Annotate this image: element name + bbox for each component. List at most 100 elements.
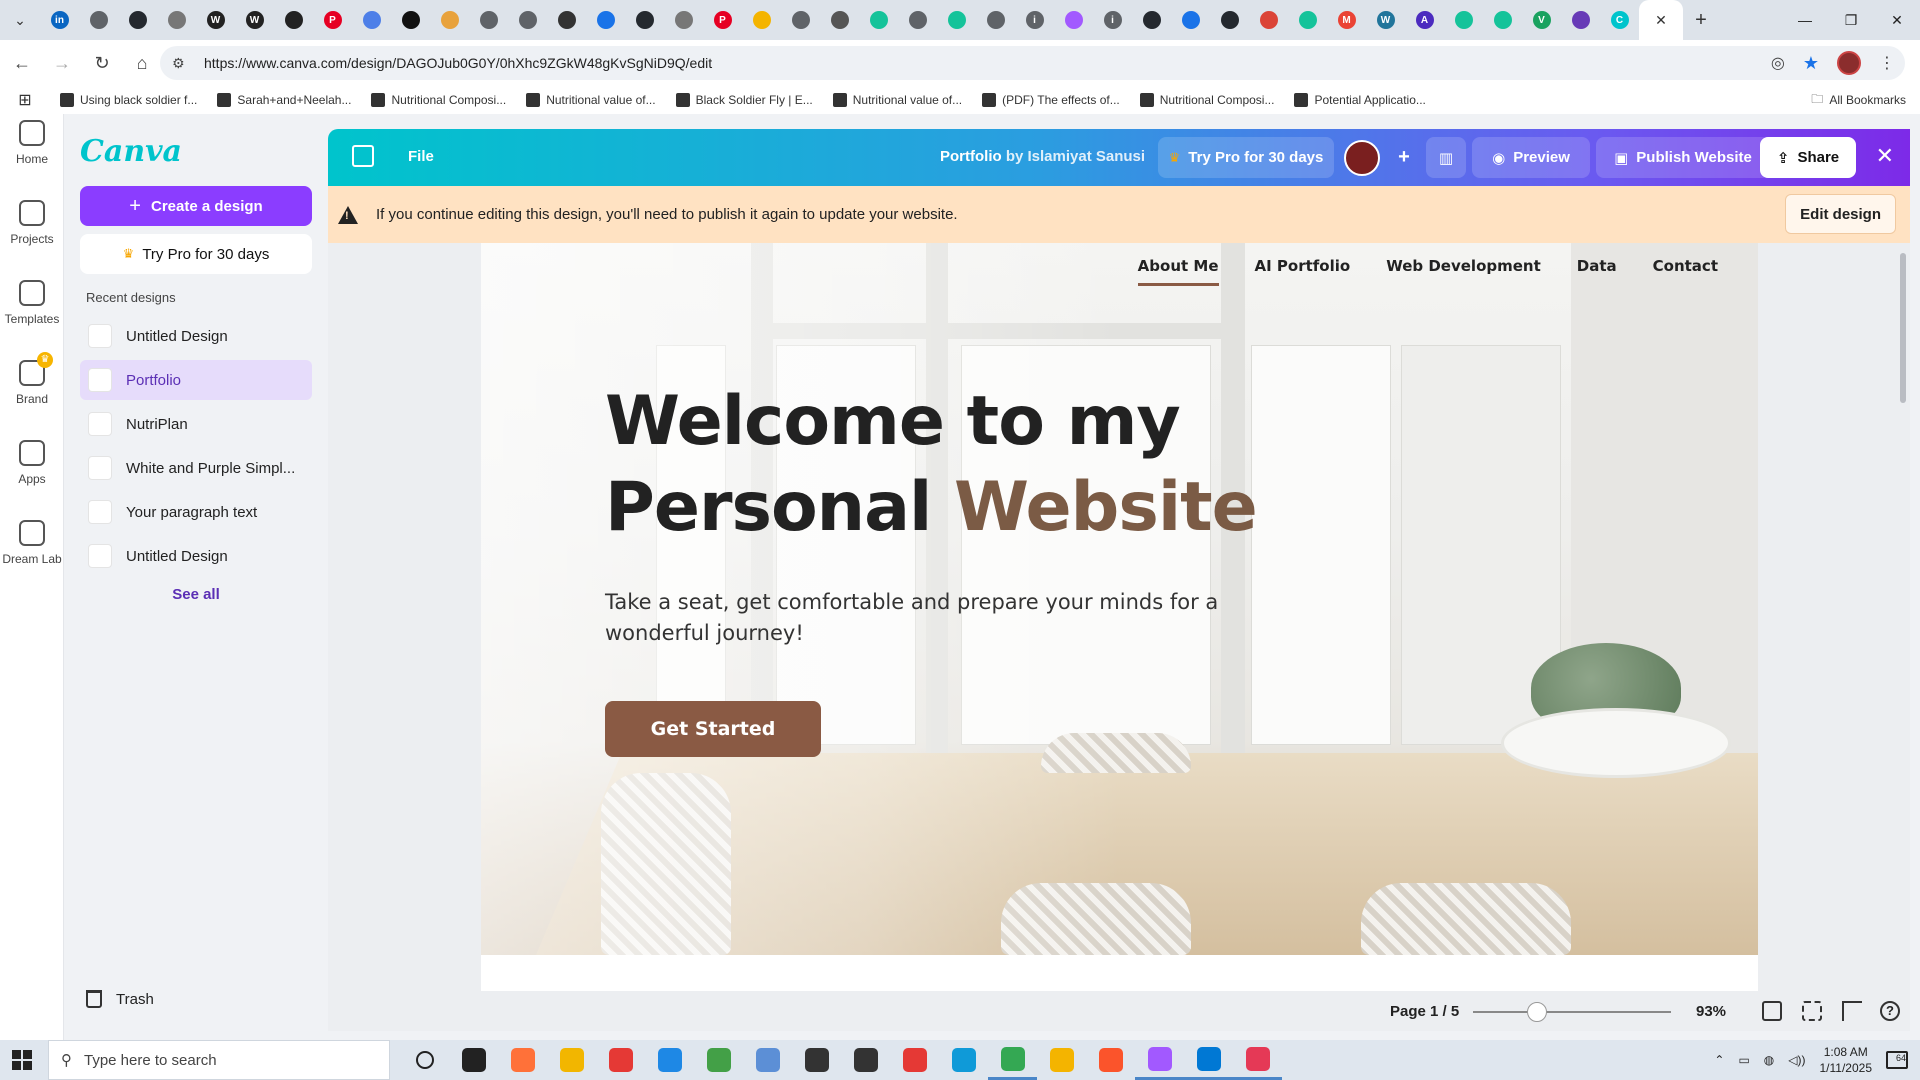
taskbar-app[interactable] [596, 1040, 645, 1080]
browser-tab[interactable] [274, 0, 313, 40]
browser-tab[interactable] [1171, 0, 1210, 40]
taskbar-app[interactable] [694, 1040, 743, 1080]
close-window-button[interactable]: ✕ [1874, 0, 1920, 40]
url-text[interactable]: https://www.canva.com/design/DAGOJub0G0Y… [204, 55, 712, 71]
bookmark-item[interactable]: (PDF) The effects of... [972, 93, 1130, 107]
trash-button[interactable]: Trash [86, 990, 154, 1008]
bookmark-item[interactable]: Nutritional value of... [516, 93, 665, 107]
back-button[interactable]: ← [4, 45, 40, 81]
browser-tab[interactable] [586, 0, 625, 40]
recent-design-item[interactable]: NutriPlan [80, 404, 312, 444]
close-editor-icon[interactable]: ✕ [1876, 143, 1894, 169]
recent-design-item[interactable]: Untitled Design [80, 536, 312, 576]
volume-icon[interactable]: ◁)) [1788, 1053, 1805, 1067]
taskbar-search-box[interactable]: ⚲ Type here to search [48, 1040, 390, 1080]
browser-tab[interactable]: W [235, 0, 274, 40]
browser-tab[interactable] [157, 0, 196, 40]
bookmark-item[interactable]: Sarah+and+Neelah... [207, 93, 361, 107]
browser-tab[interactable] [1288, 0, 1327, 40]
hero-title[interactable]: Welcome to my Personal Website [605, 379, 1258, 551]
browser-tab[interactable]: V [1522, 0, 1561, 40]
taskbar-app[interactable] [1233, 1040, 1282, 1080]
browser-tab[interactable]: M [1327, 0, 1366, 40]
zoom-level[interactable]: 93% [1696, 1003, 1726, 1020]
taskbar-app[interactable] [449, 1040, 498, 1080]
taskbar-app[interactable] [1037, 1040, 1086, 1080]
minimize-button[interactable]: — [1782, 0, 1828, 40]
browser-tab[interactable]: in [40, 0, 79, 40]
browser-tab[interactable]: C [1600, 0, 1639, 40]
create-design-button[interactable]: + Create a design [80, 186, 312, 226]
profile-avatar[interactable] [1837, 51, 1861, 75]
taskbar-app[interactable] [498, 1040, 547, 1080]
battery-icon[interactable]: ▭ [1738, 1053, 1749, 1067]
site-nav-item[interactable]: Data [1577, 257, 1617, 286]
browser-tab[interactable] [508, 0, 547, 40]
browser-tab[interactable] [664, 0, 703, 40]
next-page-edge[interactable] [481, 955, 1758, 991]
apps-grid-icon[interactable]: ⊞ [0, 90, 50, 110]
grid-view-icon[interactable] [1802, 1001, 1822, 1021]
rail-item-templates[interactable]: Templates [0, 280, 64, 326]
taskbar-app[interactable] [645, 1040, 694, 1080]
help-icon[interactable]: ? [1880, 1001, 1900, 1021]
browser-tab[interactable] [1483, 0, 1522, 40]
website-page-canvas[interactable]: About Me AI Portfolio Web Development Data C… [481, 243, 1758, 955]
browser-tab[interactable]: W [1366, 0, 1405, 40]
edit-design-button[interactable]: Edit design [1785, 194, 1896, 234]
bookmark-item[interactable]: Nutritional Composi... [1130, 93, 1285, 107]
browser-tab[interactable] [625, 0, 664, 40]
see-all-link[interactable]: See all [80, 586, 312, 603]
taskbar-app[interactable] [1135, 1040, 1184, 1080]
taskbar-app[interactable] [841, 1040, 890, 1080]
get-started-button[interactable]: Get Started [605, 701, 821, 757]
taskbar-app[interactable] [400, 1040, 449, 1080]
browser-tab[interactable] [1132, 0, 1171, 40]
try-pro-button[interactable]: ♛ Try Pro for 30 days [80, 234, 312, 274]
recent-design-item[interactable]: White and Purple Simpl... [80, 448, 312, 488]
taskbar-app[interactable] [792, 1040, 841, 1080]
new-tab-button[interactable]: + [1683, 0, 1719, 40]
browser-tab[interactable] [1210, 0, 1249, 40]
preview-button[interactable]: ◉ Preview [1472, 137, 1590, 178]
recent-design-item[interactable]: Your paragraph text [80, 492, 312, 532]
taskbar-app[interactable] [547, 1040, 596, 1080]
bookmark-item[interactable]: Potential Applicatio... [1284, 93, 1435, 107]
file-menu-button[interactable]: File [408, 148, 434, 165]
tab-search-chevron-icon[interactable]: ⌄ [0, 0, 40, 40]
browser-tab[interactable]: A [1405, 0, 1444, 40]
browser-tab[interactable]: P [703, 0, 742, 40]
recent-design-item[interactable]: Portfolio [80, 360, 312, 400]
browser-tab[interactable]: W [196, 0, 235, 40]
browser-tab[interactable] [1054, 0, 1093, 40]
browser-tab[interactable] [742, 0, 781, 40]
browser-tab[interactable] [859, 0, 898, 40]
site-nav-item[interactable]: AI Portfolio [1255, 257, 1351, 286]
browser-tab[interactable] [1249, 0, 1288, 40]
restore-button[interactable]: ❐ [1828, 0, 1874, 40]
rail-item-brand[interactable]: ♛ Brand [0, 352, 64, 406]
site-nav-item[interactable]: About Me [1137, 257, 1219, 286]
notification-center-icon[interactable]: 64 [1886, 1051, 1908, 1069]
bookmark-star-icon[interactable]: ★ [1803, 53, 1819, 74]
rail-item-apps[interactable]: Apps [0, 440, 64, 486]
taskbar-app[interactable] [743, 1040, 792, 1080]
browser-tab[interactable] [79, 0, 118, 40]
open-external-icon[interactable] [352, 145, 374, 167]
rail-item-dream-lab[interactable]: Dream Lab [0, 520, 64, 566]
recent-design-item[interactable]: Untitled Design [80, 316, 312, 356]
forward-button[interactable]: → [44, 45, 80, 81]
add-collaborator-button[interactable]: + [1386, 137, 1422, 178]
address-bar[interactable]: ⚙ https://www.canva.com/design/DAGOJub0G… [160, 46, 1905, 80]
publish-website-button[interactable]: ▣ Publish Website [1596, 137, 1770, 178]
browser-tab[interactable]: P [313, 0, 352, 40]
active-browser-tab[interactable]: ✕ [1639, 0, 1683, 40]
browser-tab[interactable] [976, 0, 1015, 40]
clock[interactable]: 1:08 AM 1/11/2025 [1820, 1044, 1873, 1076]
browser-tab[interactable]: i [1015, 0, 1054, 40]
collaborator-avatar[interactable] [1344, 140, 1380, 176]
home-button[interactable]: ⌂ [124, 45, 160, 81]
browser-tab[interactable] [820, 0, 859, 40]
network-icon[interactable]: ◍ [1764, 1053, 1774, 1067]
close-tab-icon[interactable]: ✕ [1655, 12, 1667, 29]
